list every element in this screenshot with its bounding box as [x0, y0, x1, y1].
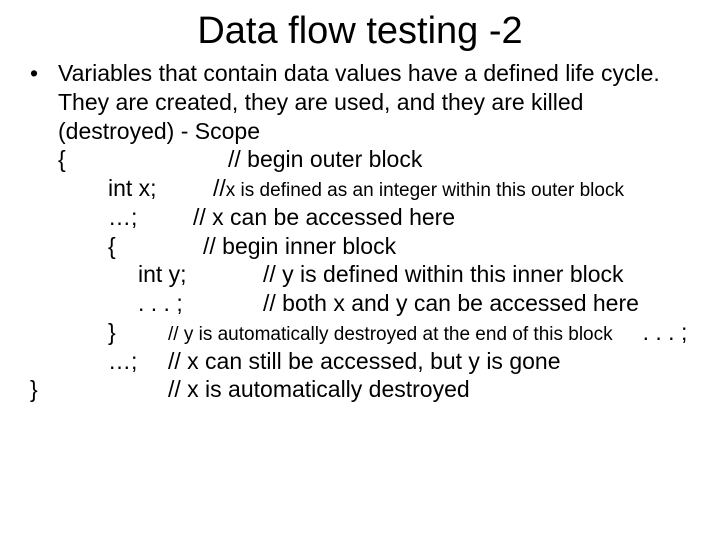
code-line: } // x is automatically destroyed [30, 375, 690, 404]
code-line: { // begin outer block [58, 145, 690, 174]
comment: // y is automatically destroyed at the e… [168, 323, 613, 347]
bullet-item: • Variables that contain data values hav… [30, 59, 690, 145]
comment: // [213, 174, 226, 203]
code-line: . . . ; // both x and y can be accessed … [58, 289, 690, 318]
brace-open-outer: { [58, 145, 98, 174]
code-line: …; // x can still be accessed, but y is … [58, 347, 690, 376]
slide-body: • Variables that contain data values hav… [0, 59, 720, 404]
bullet-dot: • [30, 59, 58, 145]
brace-open-inner: { [108, 232, 148, 261]
comment: // x is automatically destroyed [168, 375, 470, 404]
ellipsis: . . . ; [643, 318, 688, 347]
ellipsis: …; [108, 203, 168, 232]
code-line: int x; // x is defined as an integer wit… [58, 174, 690, 203]
declaration: int x; [108, 174, 178, 203]
brace-close-inner: } [108, 318, 143, 347]
comment: x is defined as an integer within this o… [226, 179, 624, 203]
code-line: …; // x can be accessed here [58, 203, 690, 232]
brace-close-outer: } [30, 375, 60, 404]
comment: // begin inner block [203, 232, 396, 261]
ellipsis: …; [108, 347, 168, 376]
ellipsis: . . . ; [138, 289, 208, 318]
comment: // x can still be accessed, but y is gon… [168, 347, 560, 376]
code-line: { // begin inner block [58, 232, 690, 261]
comment: // x can be accessed here [193, 203, 455, 232]
code-line: } // y is automatically destroyed at the… [58, 318, 690, 347]
code-block: { // begin outer block int x; // x is de… [30, 145, 690, 404]
declaration: int y; [138, 260, 208, 289]
code-line: int y; // y is defined within this inner… [58, 260, 690, 289]
comment: // begin outer block [228, 145, 422, 174]
slide: Data flow testing -2 • Variables that co… [0, 0, 720, 540]
comment: // both x and y can be accessed here [263, 289, 639, 318]
comment: // y is defined within this inner block [263, 260, 624, 289]
bullet-text: Variables that contain data values have … [58, 59, 690, 145]
slide-title: Data flow testing -2 [0, 0, 720, 59]
